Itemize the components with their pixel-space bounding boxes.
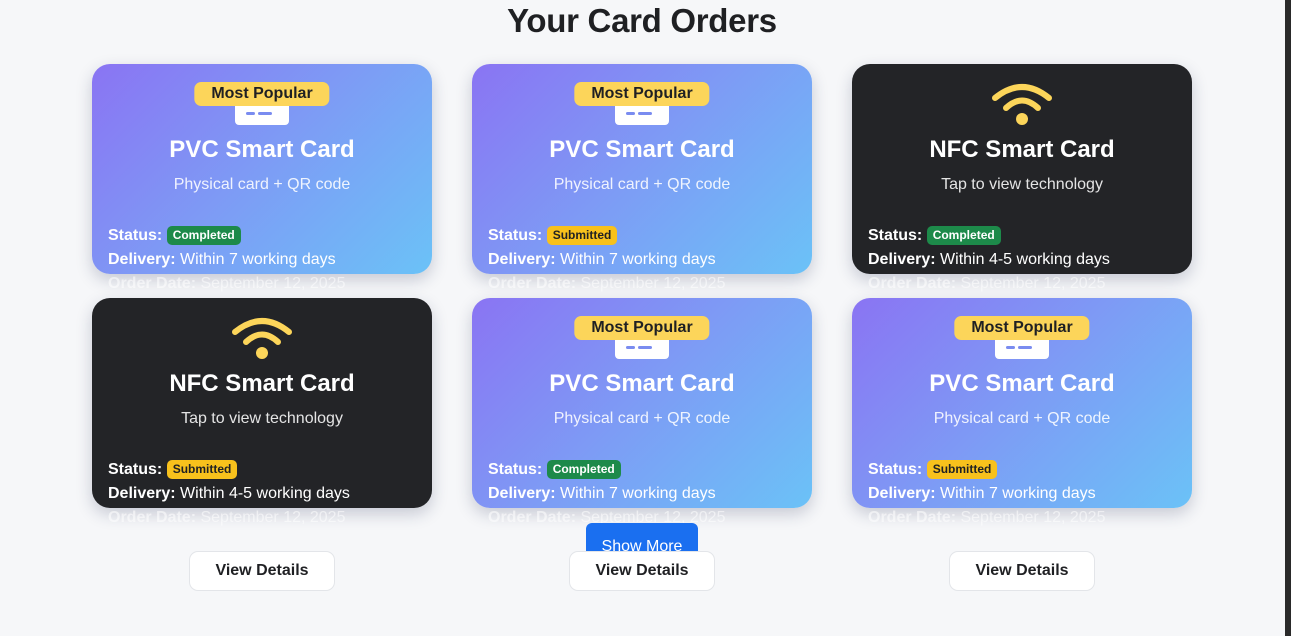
order-card-pvc[interactable]: Most Popular PVC Smart Card Physical car… — [472, 298, 812, 526]
most-popular-badge: Most Popular — [194, 82, 330, 106]
delivery-label: Delivery: — [868, 251, 936, 268]
most-popular-badge: Most Popular — [574, 82, 710, 106]
delivery-label: Delivery: — [488, 485, 556, 502]
order-date-value: September 12, 2025 — [200, 509, 346, 526]
order-date-label: Order Date: — [488, 509, 577, 526]
delivery-value: Within 7 working days — [940, 485, 1096, 502]
wifi-icon — [232, 318, 292, 359]
order-info: Status: Completed Delivery: Within 4-5 w… — [868, 224, 1110, 296]
card-title: PVC Smart Card — [549, 136, 735, 163]
view-details-button[interactable]: View Details — [949, 551, 1095, 591]
order-date-label: Order Date: — [108, 275, 197, 292]
order-card-pvc[interactable]: Most Popular PVC Smart Card Physical car… — [472, 64, 812, 292]
status-label: Status: — [108, 461, 163, 478]
status-badge: Completed — [166, 226, 241, 245]
order-date-value: September 12, 2025 — [960, 509, 1106, 526]
delivery-value: Within 7 working days — [560, 251, 716, 268]
order-date-label: Order Date: — [488, 275, 577, 292]
status-label: Status: — [488, 461, 543, 478]
order-card-nfc[interactable]: NFC Smart Card Tap to view technology St… — [92, 298, 432, 526]
page-scrollbar[interactable] — [1285, 0, 1291, 636]
card-title: NFC Smart Card — [929, 136, 1115, 163]
order-info: Status: Submitted Delivery: Within 4-5 w… — [108, 458, 350, 530]
card-title: NFC Smart Card — [169, 370, 355, 397]
order-info: Status: Completed Delivery: Within 7 wor… — [108, 224, 345, 296]
delivery-value: Within 4-5 working days — [180, 485, 350, 502]
page-title: Your Card Orders — [507, 2, 777, 39]
card-subtitle: Tap to view technology — [941, 176, 1103, 193]
card-subtitle: Physical card + QR code — [553, 410, 731, 427]
most-popular-badge: Most Popular — [574, 316, 710, 340]
order-date-value: September 12, 2025 — [580, 275, 726, 292]
card-title: PVC Smart Card — [169, 136, 355, 163]
order-info: Status: Completed Delivery: Within 7 wor… — [488, 458, 725, 530]
delivery-value: Within 7 working days — [560, 485, 716, 502]
order-date-label: Order Date: — [868, 509, 957, 526]
order-date-value: September 12, 2025 — [200, 275, 346, 292]
delivery-label: Delivery: — [868, 485, 936, 502]
delivery-label: Delivery: — [488, 251, 556, 268]
status-badge: Completed — [926, 226, 1001, 245]
card-subtitle: Physical card + QR code — [553, 176, 731, 193]
card-title: PVC Smart Card — [549, 370, 735, 397]
card-subtitle: Physical card + QR code — [933, 410, 1111, 427]
delivery-label: Delivery: — [108, 485, 176, 502]
status-label: Status: — [868, 461, 923, 478]
wifi-icon — [992, 84, 1052, 125]
status-badge: Submitted — [926, 460, 998, 479]
order-date-label: Order Date: — [868, 275, 957, 292]
status-badge: Submitted — [546, 226, 618, 245]
order-card-nfc[interactable]: NFC Smart Card Tap to view technology St… — [852, 64, 1192, 292]
order-date-value: September 12, 2025 — [960, 275, 1106, 292]
card-subtitle: Tap to view technology — [181, 410, 343, 427]
delivery-value: Within 4-5 working days — [940, 251, 1110, 268]
status-label: Status: — [488, 227, 543, 244]
view-details-button[interactable]: View Details — [189, 551, 335, 591]
card-subtitle: Physical card + QR code — [173, 176, 351, 193]
status-badge: Completed — [546, 460, 621, 479]
status-label: Status: — [108, 227, 163, 244]
order-info: Status: Submitted Delivery: Within 7 wor… — [868, 458, 1105, 530]
order-date-label: Order Date: — [108, 509, 197, 526]
order-card-pvc[interactable]: Most Popular PVC Smart Card Physical car… — [92, 64, 432, 292]
most-popular-badge: Most Popular — [954, 316, 1090, 340]
delivery-label: Delivery: — [108, 251, 176, 268]
order-card-pvc[interactable]: Most Popular PVC Smart Card Physical car… — [852, 298, 1192, 526]
view-details-button[interactable]: View Details — [569, 551, 715, 591]
card-title: PVC Smart Card — [929, 370, 1115, 397]
status-badge: Submitted — [166, 460, 238, 479]
status-label: Status: — [868, 227, 923, 244]
order-info: Status: Submitted Delivery: Within 7 wor… — [488, 224, 725, 296]
delivery-value: Within 7 working days — [180, 251, 336, 268]
